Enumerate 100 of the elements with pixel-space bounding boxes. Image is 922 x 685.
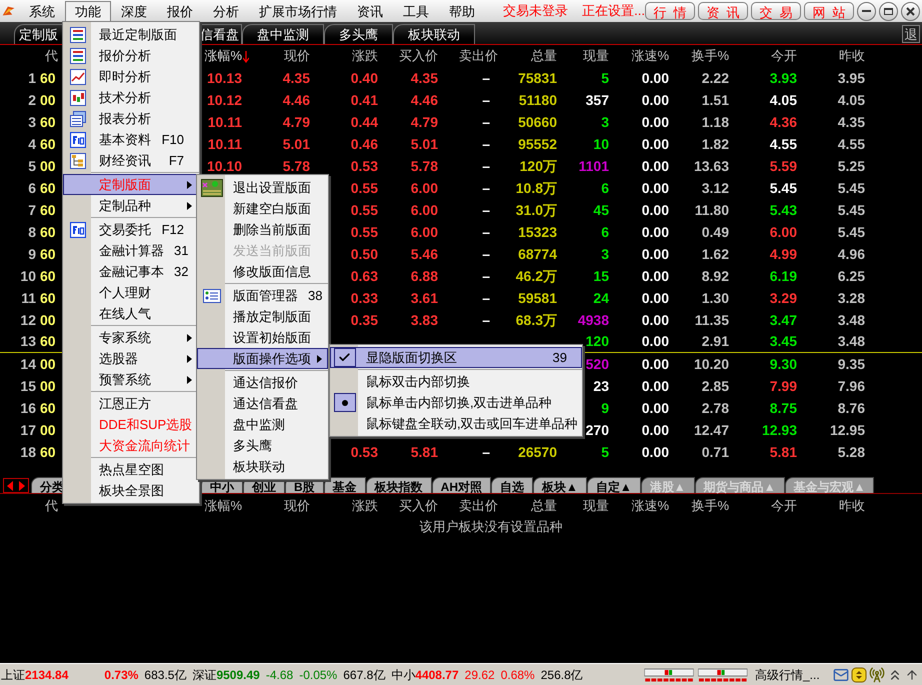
table-cell: 0.41	[350, 92, 378, 108]
table-cell: 4.79	[410, 114, 438, 130]
table-cell: 5.25	[838, 158, 865, 174]
status-message: 交易未登录	[503, 2, 568, 20]
row-number: 1	[27, 68, 36, 88]
table-cell: 8.75	[770, 400, 797, 416]
row-number: 5	[27, 156, 36, 176]
table-cell: 1.18	[702, 114, 729, 130]
table-cell: 11.35	[694, 312, 729, 328]
table-cell: 1.82	[702, 136, 729, 152]
table-cell: 31.0万	[516, 202, 557, 218]
table-cell: 4.36	[770, 114, 797, 130]
table-cell: 12.93	[762, 422, 797, 438]
table-cell: 2.85	[702, 378, 729, 394]
table-cell: 0.55	[350, 224, 378, 240]
index-quote: 667.8亿	[343, 666, 386, 684]
table-cell: 3.12	[702, 180, 729, 196]
stock-code: 60	[40, 114, 56, 130]
table-cell: 5.45	[838, 224, 865, 240]
table-cell: 0.00	[642, 422, 669, 438]
table-cell: 2.91	[702, 333, 729, 349]
row-number: 15	[19, 376, 36, 396]
table-cell: –	[482, 180, 490, 196]
table-cell: 9.35	[838, 356, 865, 372]
table-cell: 6.00	[410, 180, 438, 196]
table-cell: 3.93	[770, 70, 797, 86]
table-cell: 1.62	[702, 246, 729, 262]
table-cell: 95552	[518, 136, 557, 152]
index-quote: 0.68%	[500, 666, 535, 684]
table-cell: 1.30	[702, 290, 729, 306]
table-cell: –	[482, 312, 490, 328]
table-cell: 4.35	[410, 70, 438, 86]
table-cell: 1.51	[702, 92, 729, 108]
table-cell: 3	[601, 114, 609, 130]
index-quote: 683.5亿	[144, 666, 186, 684]
table-cell: 0.00	[642, 312, 669, 328]
table-cell: –	[482, 92, 490, 108]
stock-code: 60	[40, 333, 56, 349]
table-cell: 0.00	[642, 136, 669, 152]
table-cell: 5.28	[838, 444, 865, 460]
table-cell: –	[482, 114, 490, 130]
table-cell: 5.01	[410, 136, 438, 152]
table-cell: 3.48	[838, 312, 865, 328]
stock-code: 60	[40, 180, 56, 196]
table-cell: 6.19	[770, 268, 797, 284]
stock-code: 00	[40, 356, 56, 372]
table-cell: 6.00	[410, 224, 438, 240]
row-number: 2	[27, 90, 36, 110]
table-cell: 4.05	[838, 92, 865, 108]
stock-code: 60	[40, 400, 56, 416]
stock-code: 60	[40, 70, 56, 86]
table-cell: 520	[586, 356, 609, 372]
table-cell: 12.95	[830, 422, 865, 438]
table-cell: 10.11	[208, 136, 242, 152]
table-cell: 4.35	[282, 70, 310, 86]
stock-code: 60	[40, 202, 56, 218]
table-cell: 0.00	[642, 92, 669, 108]
table-cell: 5	[601, 444, 609, 460]
table-cell: 5	[601, 70, 609, 86]
index-quote: 上证	[1, 666, 25, 684]
table-cell: 0.00	[642, 224, 669, 240]
table-cell: 3.47	[770, 312, 797, 328]
table-cell: 45	[593, 202, 609, 218]
table-cell: –	[482, 444, 490, 460]
row-number: 13	[19, 332, 36, 351]
stock-code: 60	[40, 224, 56, 240]
table-cell: 10.11	[208, 114, 242, 130]
table-cell: 5.45	[838, 202, 865, 218]
table-cell: 9.30	[770, 356, 797, 372]
stock-code: 60	[40, 444, 56, 460]
table-cell: 4.99	[770, 246, 797, 262]
feed-label: 高级行情_...	[755, 666, 820, 684]
index-quote: 29.62	[464, 666, 495, 684]
table-cell: 0.00	[642, 444, 669, 460]
table-cell: 0.00	[642, 202, 669, 218]
table-cell: 6.88	[410, 268, 438, 284]
row-number: 4	[27, 134, 36, 154]
table-cell: 2.78	[702, 400, 729, 416]
table-cell: 3.28	[838, 290, 865, 306]
table-cell: 10.8万	[516, 180, 557, 196]
table-cell: 0.33	[350, 290, 378, 306]
table-cell: –	[482, 158, 490, 174]
status-message: 正在设置...	[582, 2, 645, 20]
table-cell: 0.00	[642, 268, 669, 284]
table-cell: 4.79	[282, 114, 310, 130]
table-cell: 0.71	[702, 444, 729, 460]
empty-message: 该用户板块没有设置品种	[420, 518, 562, 536]
table-cell: –	[482, 202, 490, 218]
table-cell: 0.53	[350, 158, 378, 174]
index-quote: 256.8亿	[540, 666, 583, 684]
row-number: 16	[19, 398, 36, 418]
table-cell: 120万	[520, 158, 557, 174]
table-cell: 0.00	[642, 114, 669, 130]
table-cell: 6	[601, 224, 609, 240]
index-quote: 9509.49	[216, 666, 260, 684]
table-cell: 26570	[518, 444, 557, 460]
table-cell: 0.40	[350, 70, 378, 86]
table-cell: 4.05	[770, 92, 797, 108]
table-cell: 59581	[518, 290, 557, 306]
table-cell: 10	[593, 136, 609, 152]
